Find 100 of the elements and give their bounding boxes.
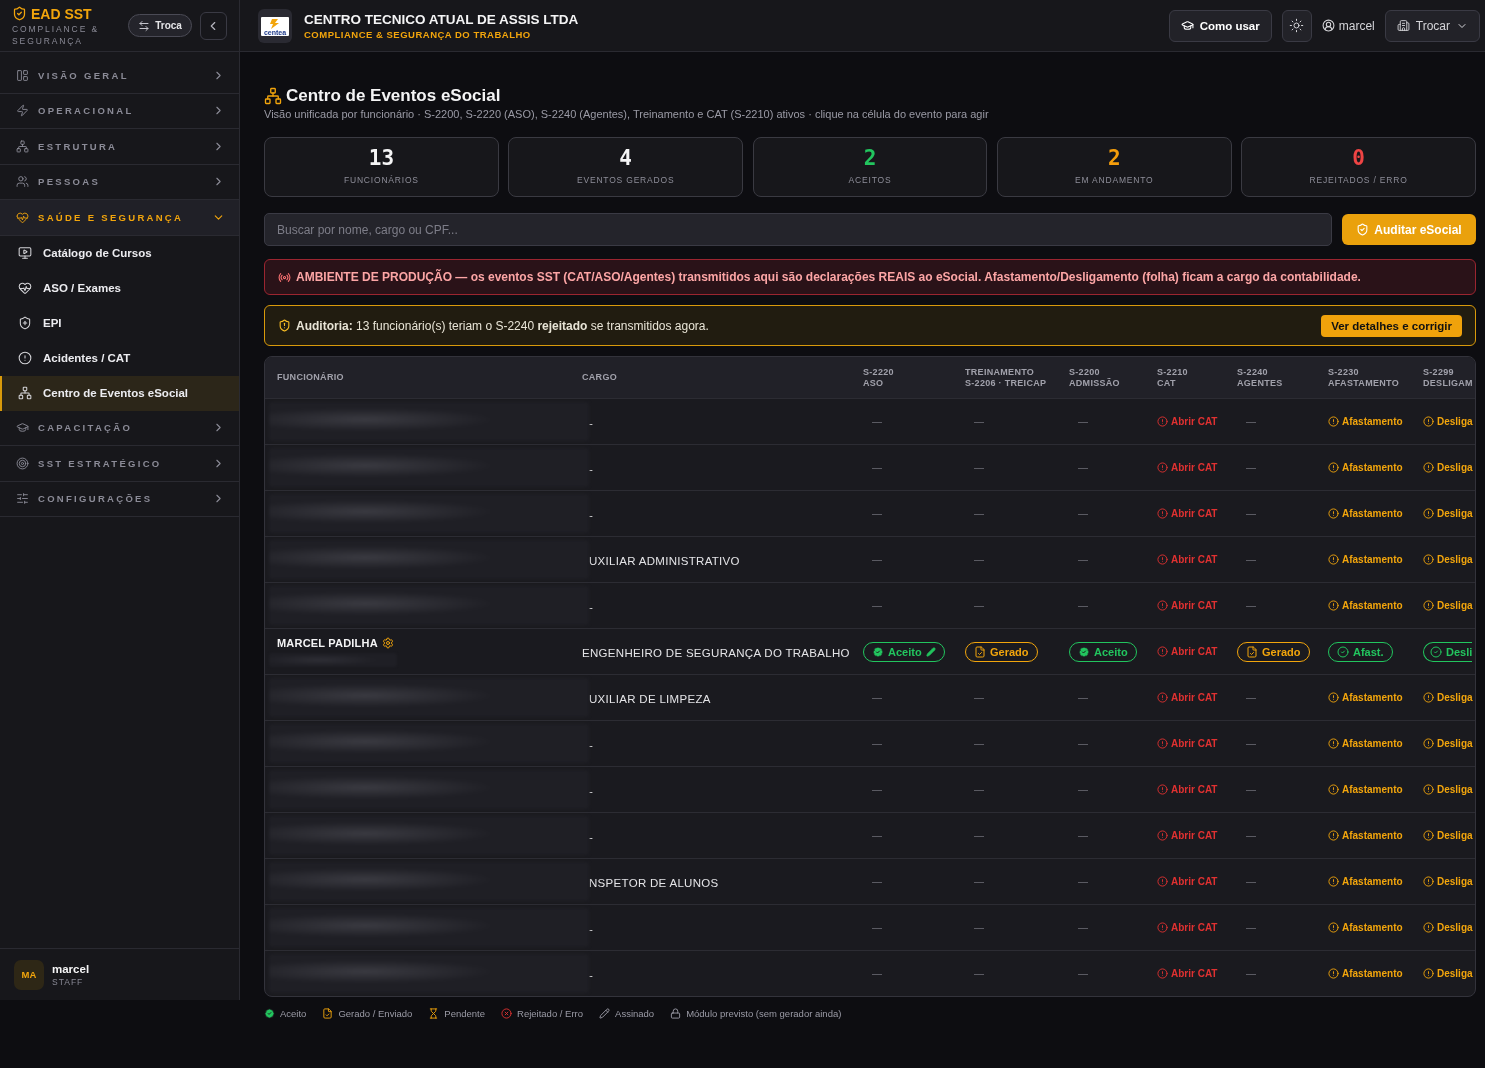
- search-field[interactable]: Buscar por nome, cargo ou CPF...: [264, 213, 1332, 246]
- empty-event: —: [1246, 738, 1256, 749]
- hierarchy-icon: [18, 386, 32, 400]
- event-action[interactable]: Desliga: [1423, 784, 1473, 795]
- job-title: -: [589, 462, 594, 475]
- event-action[interactable]: Abrir CAT: [1157, 462, 1218, 473]
- alert-icon: [1423, 554, 1434, 565]
- help-button[interactable]: Como usar: [1168, 9, 1272, 42]
- event-action[interactable]: Afastamento: [1328, 692, 1403, 703]
- event-action[interactable]: Afastamento: [1328, 416, 1403, 427]
- event-action[interactable]: Abrir CAT: [1157, 876, 1218, 887]
- event-action[interactable]: Desliga: [1423, 462, 1473, 473]
- event-action[interactable]: Afastamento: [1328, 876, 1403, 887]
- sidebar-item[interactable]: ASO / Exames: [0, 270, 239, 306]
- alert-icon: [1328, 784, 1339, 795]
- event-action[interactable]: Desliga: [1423, 692, 1473, 703]
- details-button[interactable]: Ver detalhes e corrigir: [1321, 314, 1462, 337]
- event-action[interactable]: Afastamento: [1328, 600, 1403, 611]
- sidebar-group[interactable]: CONFIGURAÇÕES: [0, 481, 239, 517]
- empty-event: —: [872, 830, 882, 841]
- event-action[interactable]: Abrir CAT: [1157, 554, 1218, 565]
- alert-icon: [1423, 600, 1434, 611]
- alert-icon: [1423, 830, 1434, 841]
- event-action[interactable]: Afastamento: [1328, 554, 1403, 565]
- theme-toggle-button[interactable]: [1281, 9, 1312, 42]
- file-check-icon: [1246, 645, 1258, 658]
- empty-event: —: [1078, 600, 1088, 611]
- switch-button[interactable]: Troca: [128, 14, 192, 37]
- empty-event: —: [872, 738, 882, 749]
- event-action[interactable]: Abrir CAT: [1157, 922, 1218, 933]
- empty-event: —: [974, 738, 984, 749]
- column-header: S-2230 AFASTAMENTO: [1327, 366, 1399, 389]
- brand-name: EAD SST: [31, 4, 92, 23]
- empty-event: —: [1246, 692, 1256, 703]
- user-role: STAFF: [52, 975, 85, 988]
- event-action[interactable]: Afastamento: [1328, 738, 1403, 749]
- switch-company-button[interactable]: Trocar: [1384, 9, 1480, 42]
- job-title: UXILIAR ADMINISTRATIVO: [589, 554, 740, 567]
- empty-event: —: [974, 968, 984, 979]
- event-action[interactable]: Desliga: [1423, 600, 1473, 611]
- event-action[interactable]: Afastamento: [1328, 830, 1403, 841]
- event-action[interactable]: Abrir CAT: [1157, 968, 1218, 979]
- legend-label: Gerado / Enviado: [338, 1008, 413, 1019]
- event-action[interactable]: Afastamento: [1328, 968, 1403, 979]
- event-action[interactable]: Desliga: [1423, 554, 1473, 565]
- event-action[interactable]: Abrir CAT: [1157, 692, 1218, 703]
- empty-event: —: [872, 554, 882, 565]
- sun-icon: [1289, 18, 1305, 33]
- empty-event: —: [872, 416, 882, 427]
- alert-icon: [1328, 508, 1339, 519]
- event-action[interactable]: Abrir CAT: [1157, 600, 1218, 611]
- event-action[interactable]: Desliga: [1423, 416, 1473, 427]
- sidebar-item[interactable]: Centro de Eventos eSocial: [0, 375, 239, 411]
- event-action[interactable]: Desliga: [1423, 508, 1473, 519]
- event-action[interactable]: Abrir CAT: [1157, 738, 1218, 749]
- lock-icon: [670, 1008, 682, 1019]
- alert-icon: [1157, 692, 1168, 703]
- event-action[interactable]: Desliga: [1423, 830, 1473, 841]
- alert-icon: [1328, 462, 1339, 473]
- event-action[interactable]: Abrir CAT: [1157, 830, 1218, 841]
- empty-event: —: [1246, 876, 1256, 887]
- shield-check-icon: [1356, 223, 1370, 236]
- event-action[interactable]: Desliga: [1423, 968, 1473, 979]
- empty-event: —: [872, 968, 882, 979]
- sidebar-group[interactable]: OPERACIONAL: [0, 93, 239, 129]
- event-action[interactable]: Abrir CAT: [1157, 416, 1218, 427]
- event-action[interactable]: Abrir CAT: [1157, 508, 1218, 519]
- empty-event: —: [1078, 462, 1088, 473]
- sidebar-item[interactable]: Acidentes / CAT: [0, 340, 239, 376]
- event-action[interactable]: Afastamento: [1328, 462, 1403, 473]
- event-action[interactable]: Afastamento: [1328, 508, 1403, 519]
- stat-label: FUNCIONÁRIOS: [344, 174, 419, 186]
- layout-icon: [16, 68, 29, 82]
- sidebar-group[interactable]: SAÚDE E SEGURANÇA: [0, 200, 239, 236]
- pencil-icon: [599, 1008, 611, 1019]
- alert-icon: [1423, 692, 1434, 703]
- heart-pulse-icon: [18, 281, 32, 295]
- event-action[interactable]: Desliga: [1423, 876, 1473, 887]
- video-icon: [18, 246, 32, 260]
- event-action[interactable]: Abrir CAT: [1157, 784, 1218, 795]
- sidebar-item[interactable]: Catálogo de Cursos: [0, 235, 239, 271]
- graduation-cap-icon: [1180, 19, 1194, 32]
- sidebar-group[interactable]: SST ESTRATÉGICO: [0, 446, 239, 482]
- event-action[interactable]: Afastamento: [1328, 784, 1403, 795]
- sidebar-group[interactable]: ESTRUTURA: [0, 129, 239, 165]
- empty-event: —: [1078, 876, 1088, 887]
- job-title: -: [589, 830, 594, 843]
- event-action[interactable]: Desliga: [1423, 738, 1473, 749]
- alert-icon: [1423, 462, 1434, 473]
- notice-text: AMBIENTE DE PRODUÇÃO — os eventos SST (CAT/ASO/Agentes) transmitidos aqui são declarações REAIS ao eSocial. Afastamento/Desligamento (folha) ficam a cargo da contabilidade.: [296, 270, 1361, 284]
- event-action[interactable]: Desliga: [1423, 922, 1473, 933]
- alert-icon: [1328, 968, 1339, 979]
- sidebar-group[interactable]: VISÃO GERAL: [0, 58, 239, 94]
- alert-icon: [1157, 462, 1168, 473]
- sidebar-item[interactable]: EPI: [0, 305, 239, 341]
- event-action[interactable]: Abrir CAT: [1157, 646, 1218, 657]
- empty-event: —: [872, 784, 882, 795]
- page-subtitle: Visão unificada por funcionário · S-2200, S-2220 (ASO), S-2240 (Agentes), Treinamento e CAT (S-2210) ativos · clique na célula do evento para agir: [264, 107, 990, 121]
- sidebar-group[interactable]: CAPACITAÇÃO: [0, 410, 239, 446]
- event-action[interactable]: Afastamento: [1328, 922, 1403, 933]
